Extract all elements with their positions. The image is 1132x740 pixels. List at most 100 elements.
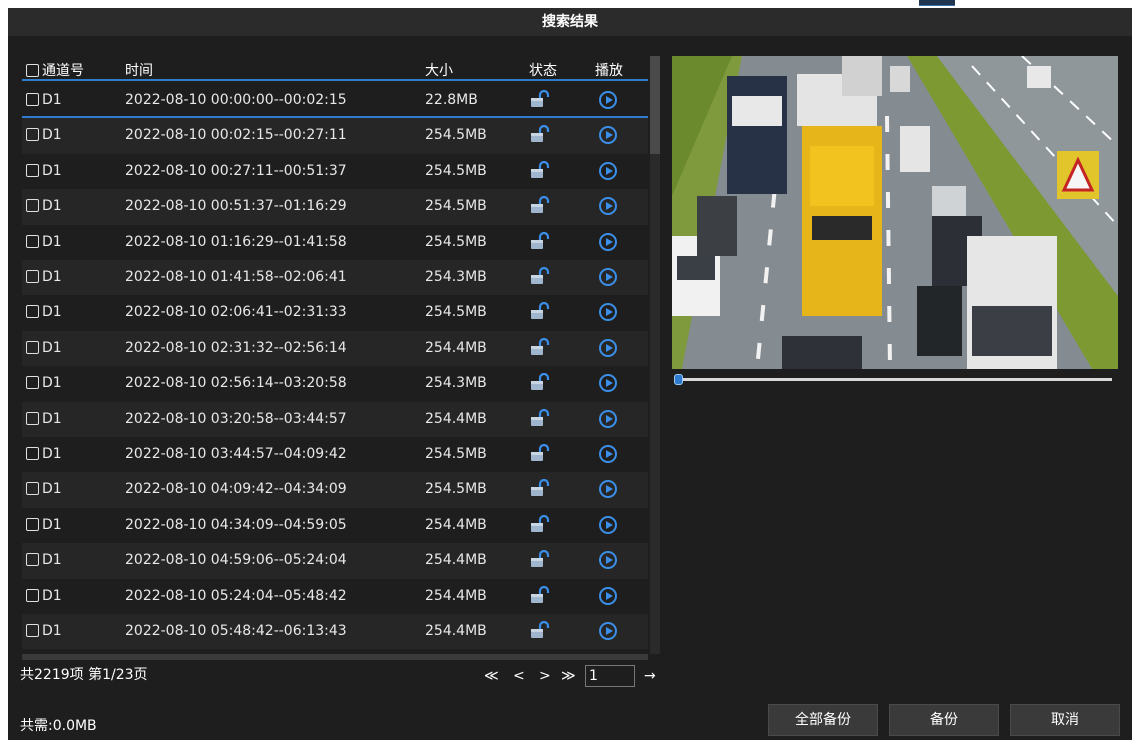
row-checkbox[interactable]: [26, 128, 39, 142]
play-icon[interactable]: [599, 409, 617, 428]
row-checkbox[interactable]: [26, 234, 39, 248]
row-checkbox[interactable]: [26, 163, 39, 177]
table-row[interactable]: D1 2022-08-10 00:27:11--00:51:37 254.5MB: [22, 154, 648, 189]
first-page-button[interactable]: ≪: [484, 668, 499, 684]
table-row[interactable]: D1 2022-08-10 04:09:42--04:34:09 254.5MB: [22, 472, 648, 508]
unlock-icon[interactable]: [530, 196, 550, 214]
unlock-icon[interactable]: [530, 267, 550, 285]
row-channel: D1: [26, 446, 62, 462]
unlock-icon[interactable]: [530, 479, 550, 497]
row-checkbox[interactable]: [26, 447, 39, 460]
row-checkbox[interactable]: [26, 376, 39, 390]
play-icon[interactable]: [599, 126, 617, 145]
unlock-icon[interactable]: [530, 337, 550, 356]
unlock-icon[interactable]: [530, 550, 550, 568]
play-icon[interactable]: [599, 232, 617, 251]
table-row[interactable]: D1 2022-08-10 02:06:41--02:31:33 254.5MB: [22, 295, 648, 330]
unlock-icon[interactable]: [530, 160, 550, 179]
row-checkbox[interactable]: [26, 588, 39, 602]
table-row[interactable]: D1 2022-08-10 05:24:04--05:48:42 254.4MB: [22, 579, 648, 614]
unlock-icon[interactable]: [530, 444, 550, 462]
row-time: 2022-08-10 02:56:14--03:20:58: [125, 375, 347, 392]
row-time: 2022-08-10 00:51:37--01:16:29: [125, 198, 347, 215]
backup-all-button[interactable]: 全部备份: [768, 704, 878, 736]
header-play: 播放: [595, 63, 623, 79]
play-icon[interactable]: [599, 338, 617, 357]
row-channel-label: D1: [42, 587, 62, 604]
unlock-icon[interactable]: [530, 302, 550, 320]
last-page-button[interactable]: ≫: [561, 668, 576, 684]
row-checkbox[interactable]: [26, 93, 39, 106]
unlock-icon[interactable]: [530, 408, 550, 427]
row-checkbox[interactable]: [26, 270, 39, 283]
unlock-icon[interactable]: [530, 621, 550, 639]
play-icon[interactable]: [599, 551, 617, 570]
next-page-button[interactable]: >: [539, 668, 551, 684]
row-channel: D1: [26, 411, 62, 427]
row-checkbox[interactable]: [26, 305, 39, 319]
play-icon[interactable]: [599, 622, 617, 640]
table-row[interactable]: D1 2022-08-10 00:51:37--01:16:29 254.5MB: [22, 189, 648, 225]
play-icon[interactable]: [599, 91, 617, 109]
table-row[interactable]: D1 2022-08-10 01:16:29--01:41:58 254.5MB: [22, 225, 648, 260]
table-row[interactable]: D1 2022-08-10 03:44:57--04:09:42 254.5MB: [22, 437, 648, 472]
table-row[interactable]: D1 2022-08-10 02:31:32--02:56:14 254.4MB: [22, 330, 648, 367]
row-checkbox[interactable]: [26, 553, 39, 567]
prev-page-button[interactable]: <: [513, 668, 525, 684]
play-icon[interactable]: [599, 374, 617, 393]
taskbar-icon[interactable]: [919, 0, 955, 6]
table-row[interactable]: D1 2022-08-10 04:34:09--04:59:05 254.4MB: [22, 508, 648, 543]
unlock-icon[interactable]: [530, 514, 550, 533]
row-checkbox[interactable]: [26, 199, 39, 213]
play-icon[interactable]: [599, 161, 617, 180]
playback-progress-handle[interactable]: [674, 374, 683, 385]
video-preview[interactable]: [672, 56, 1118, 369]
row-size: 254.5MB: [425, 233, 487, 250]
unlock-icon[interactable]: [530, 125, 550, 143]
scrollbar-thumb[interactable]: [650, 56, 660, 154]
play-icon[interactable]: [599, 197, 617, 216]
table-row[interactable]: D1 2022-08-10 03:20:58--03:44:57 254.4MB: [22, 401, 648, 437]
play-icon[interactable]: [599, 268, 617, 286]
row-time: 2022-08-10 02:06:41--02:31:33: [125, 304, 347, 321]
row-size: 254.4MB: [425, 339, 487, 356]
unlock-icon[interactable]: [530, 585, 550, 604]
row-checkbox[interactable]: [26, 340, 39, 354]
table-vertical-scrollbar[interactable]: [650, 56, 660, 654]
table-row[interactable]: D1 2022-08-10 04:59:06--05:24:04 254.4MB: [22, 543, 648, 579]
row-time: 2022-08-10 04:09:42--04:34:09: [125, 481, 347, 498]
row-channel-label: D1: [42, 269, 62, 285]
header-size[interactable]: 大小: [425, 60, 453, 80]
play-icon[interactable]: [599, 303, 617, 322]
select-all-checkbox[interactable]: [26, 64, 39, 77]
unlock-icon[interactable]: [530, 373, 550, 391]
row-checkbox[interactable]: [26, 411, 39, 425]
row-checkbox[interactable]: [26, 517, 39, 531]
row-checkbox[interactable]: [26, 482, 39, 496]
play-icon[interactable]: [599, 586, 617, 605]
table-row[interactable]: D1 2022-08-10 05:48:42--06:13:43 254.4MB: [22, 614, 648, 650]
page-number-input[interactable]: [585, 665, 635, 687]
unlock-icon[interactable]: [530, 231, 550, 250]
go-page-button[interactable]: →: [644, 668, 656, 684]
play-icon[interactable]: [599, 480, 617, 499]
row-channel-label: D1: [42, 127, 62, 144]
table-horizontal-scrollbar[interactable]: [22, 654, 648, 660]
play-icon[interactable]: [599, 445, 617, 463]
table-row[interactable]: D1 2022-08-10 00:00:00--00:02:15 22.8MB: [22, 83, 648, 119]
row-size: 254.5MB: [425, 198, 487, 215]
play-icon[interactable]: [599, 515, 617, 534]
header-channel[interactable]: 通道号: [26, 60, 84, 80]
unlock-icon[interactable]: [530, 90, 550, 108]
row-channel-label: D1: [42, 410, 62, 427]
cancel-button[interactable]: 取消: [1010, 704, 1120, 736]
table-row[interactable]: D1 2022-08-10 02:56:14--03:20:58 254.3MB: [22, 366, 648, 401]
table-row[interactable]: D1 2022-08-10 00:02:15--00:27:11 254.5MB: [22, 118, 648, 154]
header-time[interactable]: 时间: [125, 60, 153, 80]
backup-button[interactable]: 备份: [889, 704, 999, 736]
playback-progress-bar[interactable]: [676, 378, 1112, 381]
window-title: 搜索结果: [8, 8, 1132, 36]
table-row[interactable]: D1 2022-08-10 01:41:58--02:06:41 254.3MB: [22, 260, 648, 296]
row-channel-label: D1: [42, 481, 62, 498]
row-checkbox[interactable]: [26, 624, 39, 637]
